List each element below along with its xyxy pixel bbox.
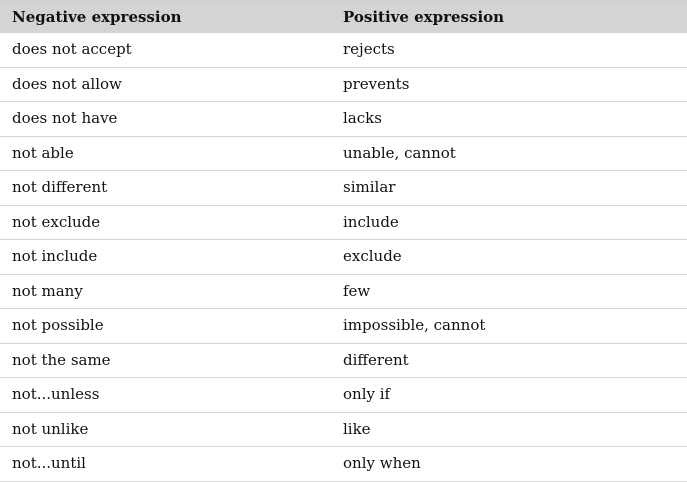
negative-expression-cell: not able	[12, 143, 74, 162]
table-row: not possible impossible, cannot	[0, 309, 687, 344]
column-header-positive: Positive expression	[343, 7, 505, 26]
positive-expression-cell: include	[343, 212, 399, 231]
positive-expression-cell: rejects	[343, 40, 395, 59]
positive-expression-cell: prevents	[343, 74, 410, 93]
negative-expression-cell: not include	[12, 247, 98, 266]
negative-expression-cell: does not allow	[12, 74, 122, 93]
negative-expression-cell: does not accept	[12, 40, 132, 59]
table-row: not different similar	[0, 171, 687, 206]
negative-expression-cell: not possible	[12, 316, 104, 335]
negative-expression-cell: not unlike	[12, 419, 89, 438]
positive-expression-cell: only if	[343, 385, 391, 404]
positive-expression-cell: similar	[343, 178, 396, 197]
positive-expression-cell: few	[343, 281, 371, 300]
negative-expression-cell: not...until	[12, 454, 86, 473]
negative-expression-cell: not the same	[12, 350, 111, 369]
positive-expression-cell: only when	[343, 454, 421, 473]
column-header-negative: Negative expression	[12, 7, 182, 26]
table-row: not exclude include	[0, 206, 687, 240]
table-row: not many few	[0, 275, 687, 309]
negative-expression-cell: does not have	[12, 109, 118, 128]
table-row: does not allow prevents	[0, 68, 687, 102]
table-header-row: Negative expression Positive expression	[0, 0, 687, 33]
positive-expression-cell: lacks	[343, 109, 382, 128]
table-row: does not have lacks	[0, 102, 687, 137]
positive-expression-cell: like	[343, 419, 371, 438]
negative-expression-cell: not many	[12, 281, 83, 300]
table-row: not unlike like	[0, 413, 687, 447]
negative-expression-cell: not...unless	[12, 385, 100, 404]
positive-expression-cell: unable, cannot	[343, 143, 456, 162]
positive-expression-cell: impossible, cannot	[343, 316, 486, 335]
expression-table: Negative expression Positive expression …	[0, 0, 687, 482]
table-row: not the same different	[0, 344, 687, 378]
table-row: not able unable, cannot	[0, 137, 687, 171]
negative-expression-cell: not different	[12, 178, 108, 197]
positive-expression-cell: different	[343, 350, 409, 369]
negative-expression-cell: not exclude	[12, 212, 101, 231]
table-row: not...unless only if	[0, 378, 687, 413]
positive-expression-cell: exclude	[343, 247, 402, 266]
table-row: not include exclude	[0, 240, 687, 275]
table-row: not...until only when	[0, 447, 687, 482]
table-row: does not accept rejects	[0, 33, 687, 68]
